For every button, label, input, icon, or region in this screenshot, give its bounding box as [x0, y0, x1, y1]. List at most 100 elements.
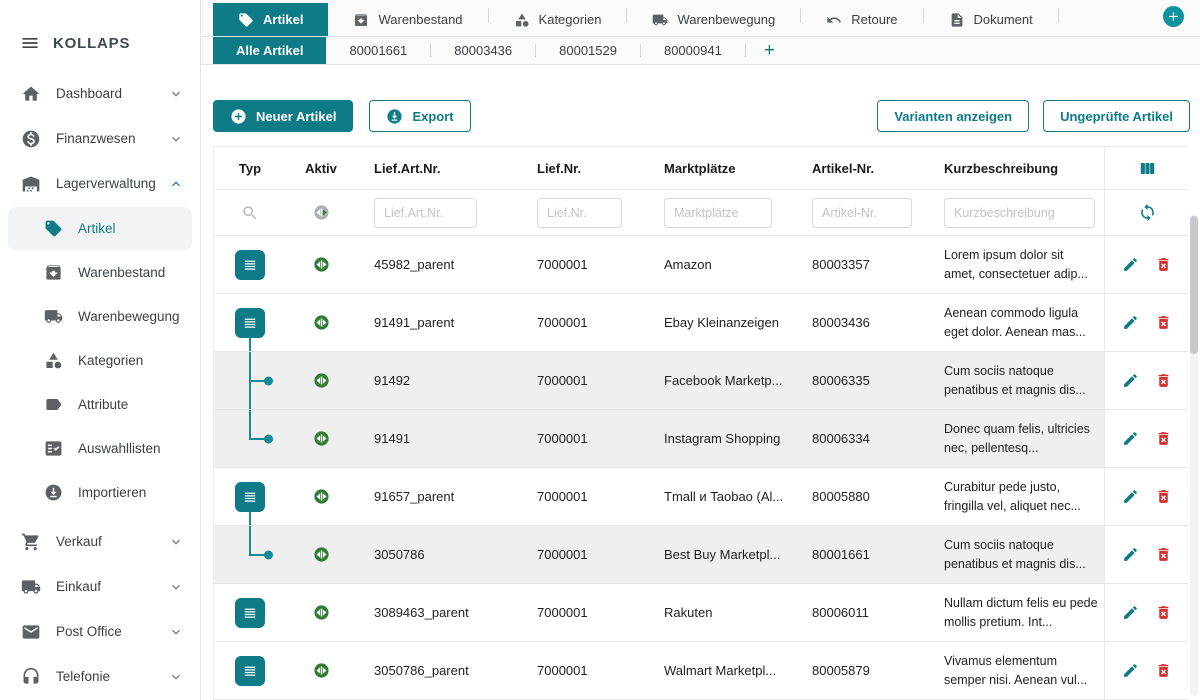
active-status-icon	[286, 236, 356, 293]
column-header-aktiv[interactable]: Aktiv	[286, 147, 356, 189]
plus-icon: +	[764, 40, 775, 62]
artikel-nr-value: 80003357	[794, 236, 926, 293]
column-header-typ[interactable]: Typ	[214, 147, 286, 189]
sidebar-item-importieren[interactable]: Importieren	[8, 471, 192, 514]
sidebar-item-telefonie[interactable]: Telefonie	[0, 654, 200, 699]
table-row-child[interactable]: 91492 7000001 Facebook Marketp... 800063…	[214, 352, 1187, 410]
refresh-icon[interactable]	[1104, 190, 1189, 235]
parent-article-list-icon[interactable]	[235, 598, 265, 628]
subtab-80001529[interactable]: 80001529	[536, 37, 640, 64]
tab-dokument[interactable]: Dokument	[924, 3, 1058, 36]
add-tab-button[interactable]: +	[1163, 6, 1184, 27]
delete-icon[interactable]	[1155, 604, 1172, 621]
tag-icon	[238, 12, 254, 28]
active-status-icon	[286, 468, 356, 525]
lief-art-nr-value: 3050786_parent	[356, 642, 519, 699]
active-status-icon	[286, 642, 356, 699]
lief-art-nr-value: 91491_parent	[356, 294, 519, 351]
edit-icon[interactable]	[1122, 256, 1139, 273]
edit-icon[interactable]	[1122, 314, 1139, 331]
tab-warenbestand[interactable]: Warenbestand	[328, 3, 487, 36]
marktplatz-value: Best Buy Marketpl...	[646, 526, 794, 583]
sidebar-item-dashboard[interactable]: Dashboard	[0, 71, 200, 116]
edit-icon[interactable]	[1122, 488, 1139, 505]
subtab-80001661[interactable]: 80001661	[326, 37, 430, 64]
tab-kategorien[interactable]: Kategorien	[489, 3, 627, 36]
typ-cell	[214, 352, 286, 409]
tab-retoure[interactable]: Retoure	[801, 3, 922, 36]
delete-icon[interactable]	[1155, 488, 1172, 505]
delete-icon[interactable]	[1155, 546, 1172, 563]
table-row-child[interactable]: 91491 7000001 Instagram Shopping 8000633…	[214, 410, 1187, 468]
filter-marktplaetze-input[interactable]	[664, 198, 772, 228]
column-settings-icon[interactable]	[1104, 147, 1189, 189]
new-article-button[interactable]: Neuer Artikel	[213, 100, 353, 132]
parent-article-list-icon[interactable]	[235, 656, 265, 686]
active-filter-toggle[interactable]	[286, 190, 356, 235]
sidebar-item-verkauf[interactable]: Verkauf	[0, 519, 200, 564]
subtab-alle-artikel[interactable]: Alle Artikel	[213, 37, 326, 64]
sidebar-item-warenbestand[interactable]: Warenbestand	[8, 251, 192, 294]
export-button[interactable]: Export	[369, 100, 470, 132]
filter-lief-art-nr-input[interactable]	[374, 198, 477, 228]
table-row[interactable]: 3050786_parent 7000001 Walmart Marketpl.…	[214, 642, 1187, 700]
add-article-tab-button[interactable]: +	[746, 37, 793, 64]
sidebar-item-finanzwesen[interactable]: Finanzwesen	[0, 116, 200, 161]
table-row[interactable]: 91657_parent 7000001 Tmall и Taobao (Al.…	[214, 468, 1187, 526]
column-header-lief-art-nr[interactable]: Lief.Art.Nr.	[356, 147, 519, 189]
filter-artikel-nr-input[interactable]	[812, 198, 912, 228]
edit-icon[interactable]	[1122, 372, 1139, 389]
subtab-80000941[interactable]: 80000941	[641, 37, 745, 64]
marktplatz-value: Ebay Kleinanzeigen	[646, 294, 794, 351]
delete-icon[interactable]	[1155, 372, 1172, 389]
column-header-lief-nr[interactable]: Lief.Nr.	[519, 147, 646, 189]
show-variants-button[interactable]: Varianten anzeigen	[877, 100, 1029, 132]
table-row-child[interactable]: 3050786 7000001 Best Buy Marketpl... 800…	[214, 526, 1187, 584]
table-row[interactable]: 3089463_parent 7000001 Rakuten 80006011 …	[214, 584, 1187, 642]
typ-cell	[214, 526, 286, 583]
column-header-kurzbeschreibung[interactable]: Kurzbeschreibung	[926, 147, 1104, 189]
sidebar-item-auswahllisten[interactable]: Auswahllisten	[8, 427, 192, 470]
edit-icon[interactable]	[1122, 662, 1139, 679]
table-row[interactable]: 45982_parent 7000001 Amazon 80003357 Lor…	[214, 236, 1187, 294]
subtab-80003436[interactable]: 80003436	[431, 37, 535, 64]
artikel-nr-value: 80001661	[794, 526, 926, 583]
mail-icon	[21, 622, 41, 642]
delete-icon[interactable]	[1155, 314, 1172, 331]
search-icon	[214, 190, 286, 235]
sidebar-item-kategorien[interactable]: Kategorien	[8, 339, 192, 382]
unchecked-articles-button[interactable]: Ungeprüfte Artikel	[1043, 100, 1190, 132]
artikel-nr-value: 80006334	[794, 410, 926, 467]
sidebar-item-einkauf[interactable]: Einkauf	[0, 564, 200, 609]
cart-icon	[21, 532, 41, 552]
sidebar-item-attribute[interactable]: Attribute	[8, 383, 192, 426]
lief-art-nr-value: 91492	[356, 352, 519, 409]
tab-warenbewegung[interactable]: Warenbewegung	[627, 3, 800, 36]
sidebar-item-lagerverwaltung[interactable]: Lagerverwaltung	[0, 161, 200, 206]
delete-icon[interactable]	[1155, 256, 1172, 273]
sidebar-item-warenbewegung[interactable]: Warenbewegung	[8, 295, 192, 338]
scrollbar-thumb[interactable]	[1190, 216, 1198, 354]
lief-nr-value: 7000001	[519, 352, 646, 409]
delete-icon[interactable]	[1155, 662, 1172, 679]
active-status-icon	[286, 584, 356, 641]
edit-icon[interactable]	[1122, 604, 1139, 621]
delete-icon[interactable]	[1155, 430, 1172, 447]
kurzbeschreibung-value: Vivamus elementum semper nisi. Aenean vu…	[926, 642, 1104, 699]
column-header-marktplaetze[interactable]: Marktplätze	[646, 147, 794, 189]
sidebar-item-artikel[interactable]: Artikel	[8, 207, 192, 250]
edit-icon[interactable]	[1122, 546, 1139, 563]
edit-icon[interactable]	[1122, 430, 1139, 447]
hamburger-menu-icon[interactable]	[20, 33, 40, 53]
column-header-artikel-nr[interactable]: Artikel-Nr.	[794, 147, 926, 189]
table-row[interactable]: 91491_parent 7000001 Ebay Kleinanzeigen …	[214, 294, 1187, 352]
filter-lief-nr-input[interactable]	[537, 198, 622, 228]
sidebar-item-post-office[interactable]: Post Office	[0, 609, 200, 654]
main-content: Neuer Artikel Export Varianten anzeigen …	[201, 66, 1200, 700]
document-icon	[949, 12, 965, 28]
tab-artikel[interactable]: Artikel	[213, 3, 328, 36]
parent-article-list-icon[interactable]	[235, 308, 265, 338]
parent-article-list-icon[interactable]	[235, 250, 265, 280]
filter-kurzbeschreibung-input[interactable]	[944, 198, 1095, 228]
parent-article-list-icon[interactable]	[235, 482, 265, 512]
